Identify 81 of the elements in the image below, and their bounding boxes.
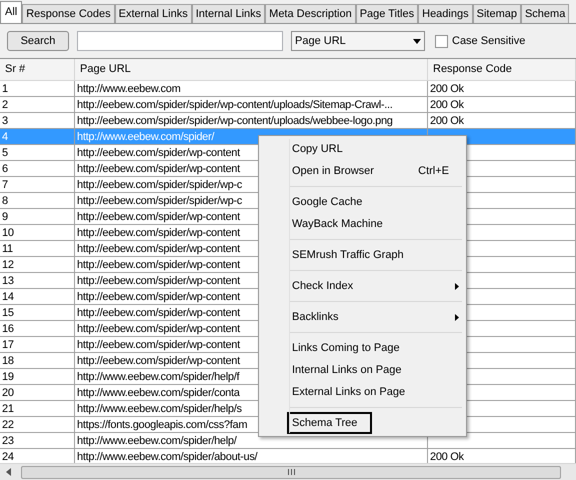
tab[interactable]: External Links: [114, 4, 192, 23]
table-cell: http://eebew.com/spider/wp-content: [77, 146, 240, 160]
table-cell: https://fonts.googleapis.com/css?fam: [77, 418, 248, 432]
table-cell: 24: [2, 450, 14, 463]
table-cell: 2: [2, 98, 8, 112]
table-cell: 8: [2, 194, 8, 208]
table-cell: 22: [2, 418, 14, 432]
scroll-left-icon[interactable]: [6, 468, 11, 476]
table-cell: 17: [2, 338, 14, 352]
table-cell: http://eebew.com/spider/wp-content: [77, 274, 240, 288]
tab[interactable]: Response Codes: [22, 4, 115, 23]
table-cell: http://eebew.com/spider/spider/wp-content/uploads/Sitemap-Crawl-...: [77, 98, 393, 112]
table-cell: 9: [2, 210, 8, 224]
table-cell: 3: [2, 114, 8, 128]
table-cell: http://eebew.com/spider/wp-content: [77, 354, 240, 368]
table-cell: http://eebew.com/spider/spider/wp-content/uploads/webbee-logo.png: [77, 114, 393, 128]
table-cell: http://www.eebew.com/spider/: [77, 130, 214, 144]
table-cell: http://www.eebew.com/spider/conta: [77, 386, 240, 400]
search-button[interactable]: Search: [7, 31, 69, 51]
table-cell: 200 Ok: [430, 98, 464, 112]
dropdown-arrow-icon: [413, 38, 421, 44]
tab[interactable]: Headings: [418, 4, 473, 23]
table-cell: http://www.eebew.com/spider/help/f: [77, 370, 240, 384]
table-cell: 200 Ok: [430, 82, 464, 96]
table-cell: http://eebew.com/spider/wp-content: [77, 322, 240, 336]
table-cell: 15: [2, 306, 14, 320]
tab[interactable]: Schema: [520, 4, 570, 23]
table-cell: 18: [2, 354, 14, 368]
menu-item[interactable]: Schema Tree: [287, 412, 372, 434]
table-row[interactable]: 1 http://www.eebew.com 200 Ok: [0, 81, 576, 97]
table-cell: 10: [2, 226, 14, 240]
table-cell: 6: [2, 162, 8, 176]
table-cell: http://eebew.com/spider/wp-content: [77, 226, 240, 240]
table-cell: 4: [2, 130, 8, 144]
table-cell: 19: [2, 370, 14, 384]
table-cell: http://eebew.com/spider/spider/wp-c: [77, 194, 242, 208]
tab[interactable]: All: [0, 1, 22, 23]
tab[interactable]: Sitemap: [472, 4, 521, 23]
table-cell: 16: [2, 322, 14, 336]
tab[interactable]: Page Titles: [356, 4, 418, 23]
menu-item[interactable]: Google Cache: [289, 191, 462, 213]
table-cell: 7: [2, 178, 8, 192]
table-cell: http://eebew.com/spider/spider/wp-c: [77, 178, 242, 192]
table-cell: 11: [2, 242, 13, 256]
horizontal-scrollbar[interactable]: [0, 463, 576, 480]
shortcut-label: Ctrl+E: [418, 164, 449, 179]
table-cell: http://eebew.com/spider/wp-content: [77, 242, 240, 256]
checkbox-label: Case Sensitive: [452, 34, 526, 49]
table-cell: 200 Ok: [430, 450, 464, 463]
table-cell: http://eebew.com/spider/wp-content: [77, 338, 240, 352]
table-cell: 21: [2, 402, 14, 416]
table-cell: http://www.eebew.com/spider/about-us/: [77, 450, 258, 463]
table-cell: 12: [2, 258, 14, 272]
table-cell: http://www.eebew.com/spider/help/s: [77, 402, 242, 416]
table-cell: http://www.eebew.com: [77, 82, 180, 96]
table-cell: 1: [2, 82, 8, 96]
search-field[interactable]: [77, 31, 283, 51]
table-cell: 200 Ok: [430, 114, 464, 128]
menu-item[interactable]: External Links on Page: [289, 381, 462, 403]
filter-dropdown[interactable]: Page URL: [291, 31, 425, 51]
table-cell: http://www.eebew.com/spider/help/: [77, 434, 236, 448]
table-cell: 5: [2, 146, 8, 160]
column-header[interactable]: Response Code: [428, 59, 576, 80]
tab[interactable]: Internal Links: [192, 4, 266, 23]
scrollbar-thumb[interactable]: [21, 466, 561, 478]
column-header[interactable]: Page URL: [75, 59, 428, 80]
table-cell: http://eebew.com/spider/wp-content: [77, 210, 240, 224]
table-cell: 20: [2, 386, 14, 400]
table-cell: http://eebew.com/spider/wp-content: [77, 290, 240, 304]
table-cell: 14: [2, 290, 14, 304]
table-cell: http://eebew.com/spider/wp-content: [77, 258, 240, 272]
case-sensitive-checkbox[interactable]: [435, 34, 448, 48]
tab[interactable]: Meta Description: [265, 4, 356, 23]
table-cell: 23: [2, 434, 14, 448]
table-cell: http://eebew.com/spider/wp-content: [77, 306, 240, 320]
grip-icon: [288, 469, 294, 475]
table-cell: http://eebew.com/spider/wp-content: [77, 162, 240, 176]
column-header[interactable]: Sr #: [0, 59, 75, 80]
table-cell: 13: [2, 274, 14, 288]
table-row[interactable]: 2 http://eebew.com/spider/spider/wp-content/uploads/Sitemap-Crawl-... 200 Ok: [0, 97, 576, 113]
menu-item[interactable]: Copy URL: [289, 138, 462, 160]
